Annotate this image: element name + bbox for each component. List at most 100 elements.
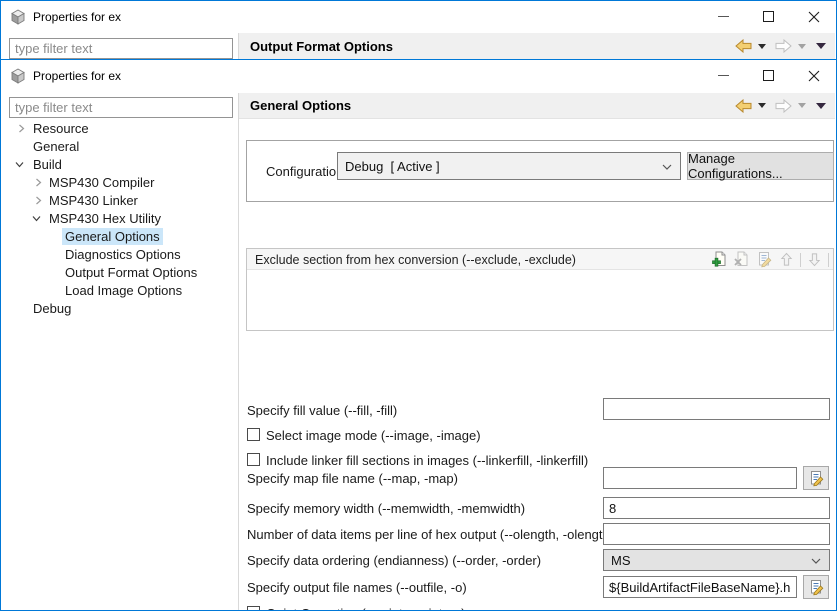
window-title: Properties for ex — [33, 1, 121, 33]
view-menu-caret-icon[interactable] — [816, 43, 826, 49]
properties-dialog: Properties for ex General Options — [0, 59, 837, 611]
forward-arrow-icon[interactable] — [775, 39, 792, 53]
tree-item-general[interactable]: General — [1, 137, 237, 155]
edit-icon[interactable] — [756, 251, 773, 268]
configuration-select[interactable]: Debug [ Active ] — [337, 152, 681, 180]
data-ordering-select[interactable]: MS — [603, 549, 830, 571]
chevron-down-icon[interactable] — [32, 214, 41, 223]
configuration-group: Configuration: Debug [ Active ] Manage C… — [246, 140, 834, 202]
toolbar-separator — [828, 253, 829, 267]
map-file-browse-button[interactable] — [803, 466, 829, 490]
chevron-right-icon[interactable] — [34, 178, 43, 187]
close-button[interactable] — [791, 60, 836, 91]
tree-item-msp430-hex-utility[interactable]: MSP430 Hex Utility — [1, 209, 237, 227]
page-title: General Options — [250, 93, 351, 118]
chevron-right-icon[interactable] — [34, 196, 43, 205]
minimize-button[interactable] — [701, 1, 746, 32]
move-down-icon[interactable] — [806, 251, 823, 268]
maximize-button[interactable] — [746, 60, 791, 91]
close-button[interactable] — [791, 1, 836, 32]
fill-value-input[interactable] — [603, 398, 830, 420]
close-icon — [808, 70, 820, 82]
chevron-down-icon[interactable] — [15, 160, 24, 169]
tree-item-msp430-compiler[interactable]: MSP430 Compiler — [1, 173, 237, 191]
olength-input[interactable] — [603, 523, 830, 545]
tree-item-label: Load Image Options — [62, 282, 185, 299]
maximize-icon — [763, 11, 774, 22]
configuration-value: Debug [ Active ] — [338, 159, 662, 174]
tree-item-general-options[interactable]: General Options — [1, 227, 237, 245]
tree-item-build[interactable]: Build — [1, 155, 237, 173]
manage-configurations-button[interactable]: Manage Configurations... — [687, 152, 834, 180]
back-history-caret-icon[interactable] — [758, 44, 766, 49]
data-ordering-label: Specify data ordering (endianness) (--or… — [247, 549, 541, 571]
tree-item-debug[interactable]: Debug — [1, 299, 237, 317]
edit-browse-icon — [808, 470, 825, 487]
page-header: Output Format Options — [239, 33, 835, 60]
tree-item-output-format-options[interactable]: Output Format Options — [1, 263, 237, 281]
linkerfill-checkbox[interactable] — [247, 453, 260, 466]
filter-input[interactable] — [9, 97, 233, 118]
output-file-input[interactable] — [603, 576, 797, 598]
memory-width-input[interactable] — [603, 497, 830, 519]
screen: Properties for ex Output Format Options — [0, 0, 837, 611]
tree-item-label: Build — [30, 156, 65, 173]
forward-history-caret-icon[interactable] — [798, 103, 806, 108]
tree-item-label: Debug — [30, 300, 74, 317]
toolbar-separator — [800, 253, 801, 267]
minimize-icon — [718, 75, 729, 76]
back-arrow-icon[interactable] — [735, 39, 752, 53]
data-ordering-value: MS — [604, 553, 811, 568]
minimize-button[interactable] — [701, 60, 746, 91]
tree-item-label: Resource — [30, 120, 92, 137]
tree-item-diagnostics-options[interactable]: Diagnostics Options — [1, 245, 237, 263]
tree-item-resource[interactable]: Resource — [1, 119, 237, 137]
tree-item-label: General — [30, 138, 82, 155]
back-history-caret-icon[interactable] — [758, 103, 766, 108]
window-title: Properties for ex — [33, 60, 121, 92]
maximize-icon — [763, 70, 774, 81]
output-file-browse-button[interactable] — [803, 575, 829, 599]
view-menu-caret-icon[interactable] — [816, 103, 826, 109]
properties-tree: Resource General Build MSP430 Compiler M… — [1, 119, 237, 317]
output-file-label: Specify output file names (--outfile, -o… — [247, 576, 467, 598]
fill-value-label: Specify fill value (--fill, -fill) — [247, 399, 397, 421]
tree-item-label-selected: General Options — [62, 228, 163, 245]
back-arrow-icon[interactable] — [735, 99, 752, 113]
map-file-label: Specify map file name (--map, -map) — [247, 467, 458, 489]
exclude-section-list[interactable]: Exclude section from hex conversion (--e… — [246, 248, 834, 331]
tree-item-load-image-options[interactable]: Load Image Options — [1, 281, 237, 299]
cube-icon — [10, 9, 26, 25]
memory-width-label: Specify memory width (--memwidth, -memwi… — [247, 497, 525, 519]
general-options-panel: Configuration: Debug [ Active ] Manage C… — [239, 119, 835, 610]
filter-input[interactable] — [9, 38, 233, 59]
remove-icon[interactable] — [734, 251, 751, 268]
tree-item-label: MSP430 Hex Utility — [46, 210, 164, 227]
close-icon — [808, 11, 820, 23]
titlebar[interactable]: Properties for ex — [1, 1, 836, 33]
tree-item-label: MSP430 Compiler — [46, 174, 158, 191]
move-up-icon[interactable] — [778, 251, 795, 268]
forward-arrow-icon[interactable] — [775, 99, 792, 113]
minimize-icon — [718, 16, 729, 17]
olength-label: Number of data items per line of hex out… — [247, 523, 614, 545]
cube-icon — [10, 68, 26, 84]
map-file-input[interactable] — [603, 467, 797, 489]
image-mode-checkbox[interactable] — [247, 428, 260, 441]
maximize-button[interactable] — [746, 1, 791, 32]
quiet-operation-checkbox[interactable] — [247, 606, 260, 611]
tree-item-label: Output Format Options — [62, 264, 200, 281]
titlebar[interactable]: Properties for ex — [1, 60, 836, 92]
chevron-down-icon — [811, 551, 821, 569]
tree-item-label: MSP430 Linker — [46, 192, 141, 209]
chevron-down-icon — [662, 157, 672, 175]
image-mode-label: Select image mode (--image, -image) — [266, 424, 481, 446]
chevron-right-icon[interactable] — [17, 124, 26, 133]
forward-history-caret-icon[interactable] — [798, 44, 806, 49]
add-icon[interactable] — [712, 251, 729, 268]
page-header: General Options — [239, 93, 835, 119]
tree-item-msp430-linker[interactable]: MSP430 Linker — [1, 191, 237, 209]
page-title: Output Format Options — [250, 33, 393, 59]
tree-item-label: Diagnostics Options — [62, 246, 184, 263]
exclude-section-header: Exclude section from hex conversion (--e… — [247, 249, 833, 270]
